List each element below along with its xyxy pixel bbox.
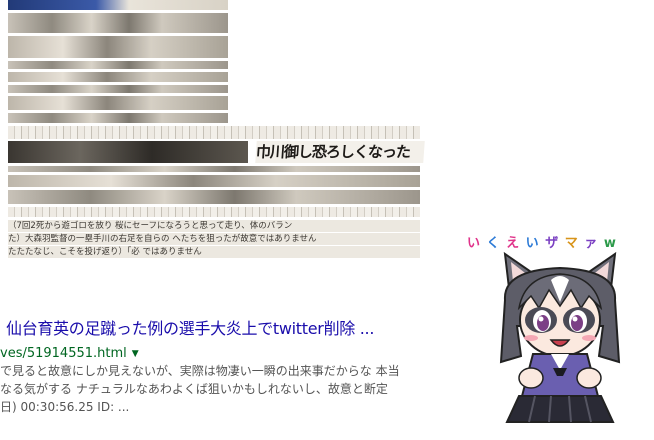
thumbnail-caption: （7回2死から遊ゴロを放り 桜にセーフになろうと思って走り、体のバラン	[8, 220, 420, 232]
result-snippet-line: 日) 00:30:56.25 ID: ...	[0, 400, 130, 414]
thumbnail-strip	[8, 36, 228, 58]
catchphrase-char: ザ	[545, 236, 560, 251]
catchphrase-char: い	[525, 236, 540, 251]
url-dropdown-arrow-icon[interactable]: ▼	[132, 349, 139, 359]
thumbnail-headline: 巾川御し恐ろしくなった	[255, 141, 425, 163]
thumbnail-strip	[8, 96, 228, 110]
thumbnail-strip	[8, 13, 228, 33]
result-snippet-line: なる気がする ナチュラルなあわよくば狙いかもしれないし、故意と断定	[0, 382, 388, 396]
thumbnail-strip	[8, 166, 420, 172]
catchphrase-char: w	[603, 236, 617, 251]
thumbnail-strip	[8, 85, 228, 93]
thumbnail-caption: た）大森羽監督の一塁手川の右足を自らの へたちを狙ったが故意ではありません	[8, 233, 420, 245]
catchphrase-char: マ	[564, 236, 579, 251]
catchphrase-char: い	[467, 236, 482, 251]
result-url-row: ves/51914551.html ▼	[0, 342, 139, 361]
catchphrase: い く え い ザ マ ァ w	[467, 232, 617, 251]
result-title-link[interactable]: 仙台育英の足蹴った例の選手大炎上でtwitter削除 ...	[6, 315, 374, 339]
thumbnail-strip	[8, 141, 248, 163]
thumbnail-strip	[8, 126, 420, 139]
catchphrase-char: え	[506, 236, 521, 251]
catchphrase-char: ァ	[584, 236, 599, 251]
news-thumbnail[interactable]: 巾川御し恐ろしくなった （7回2死から遊ゴロを放り 桜にセーフになろうと思って走…	[8, 0, 425, 262]
thumbnail-strip	[8, 113, 228, 123]
thumbnail-strip	[8, 72, 228, 82]
thumbnail-strip	[8, 175, 420, 187]
raccoon-character-image	[499, 251, 621, 423]
thumbnail-strip	[8, 207, 420, 217]
thumbnail-caption: たたたなじ、こそを投げ返り）「必 ではありません	[8, 246, 420, 258]
result-url: ves/51914551.html	[0, 346, 127, 361]
thumbnail-strip	[8, 61, 228, 69]
thumbnail-strip	[8, 190, 420, 204]
thumbnail-strip	[8, 0, 228, 10]
result-snippet-line: で見ると故意にしか見えないが、実際は物凄い一瞬の出来事だからな 本当	[0, 364, 400, 378]
catchphrase-char: く	[486, 236, 501, 251]
